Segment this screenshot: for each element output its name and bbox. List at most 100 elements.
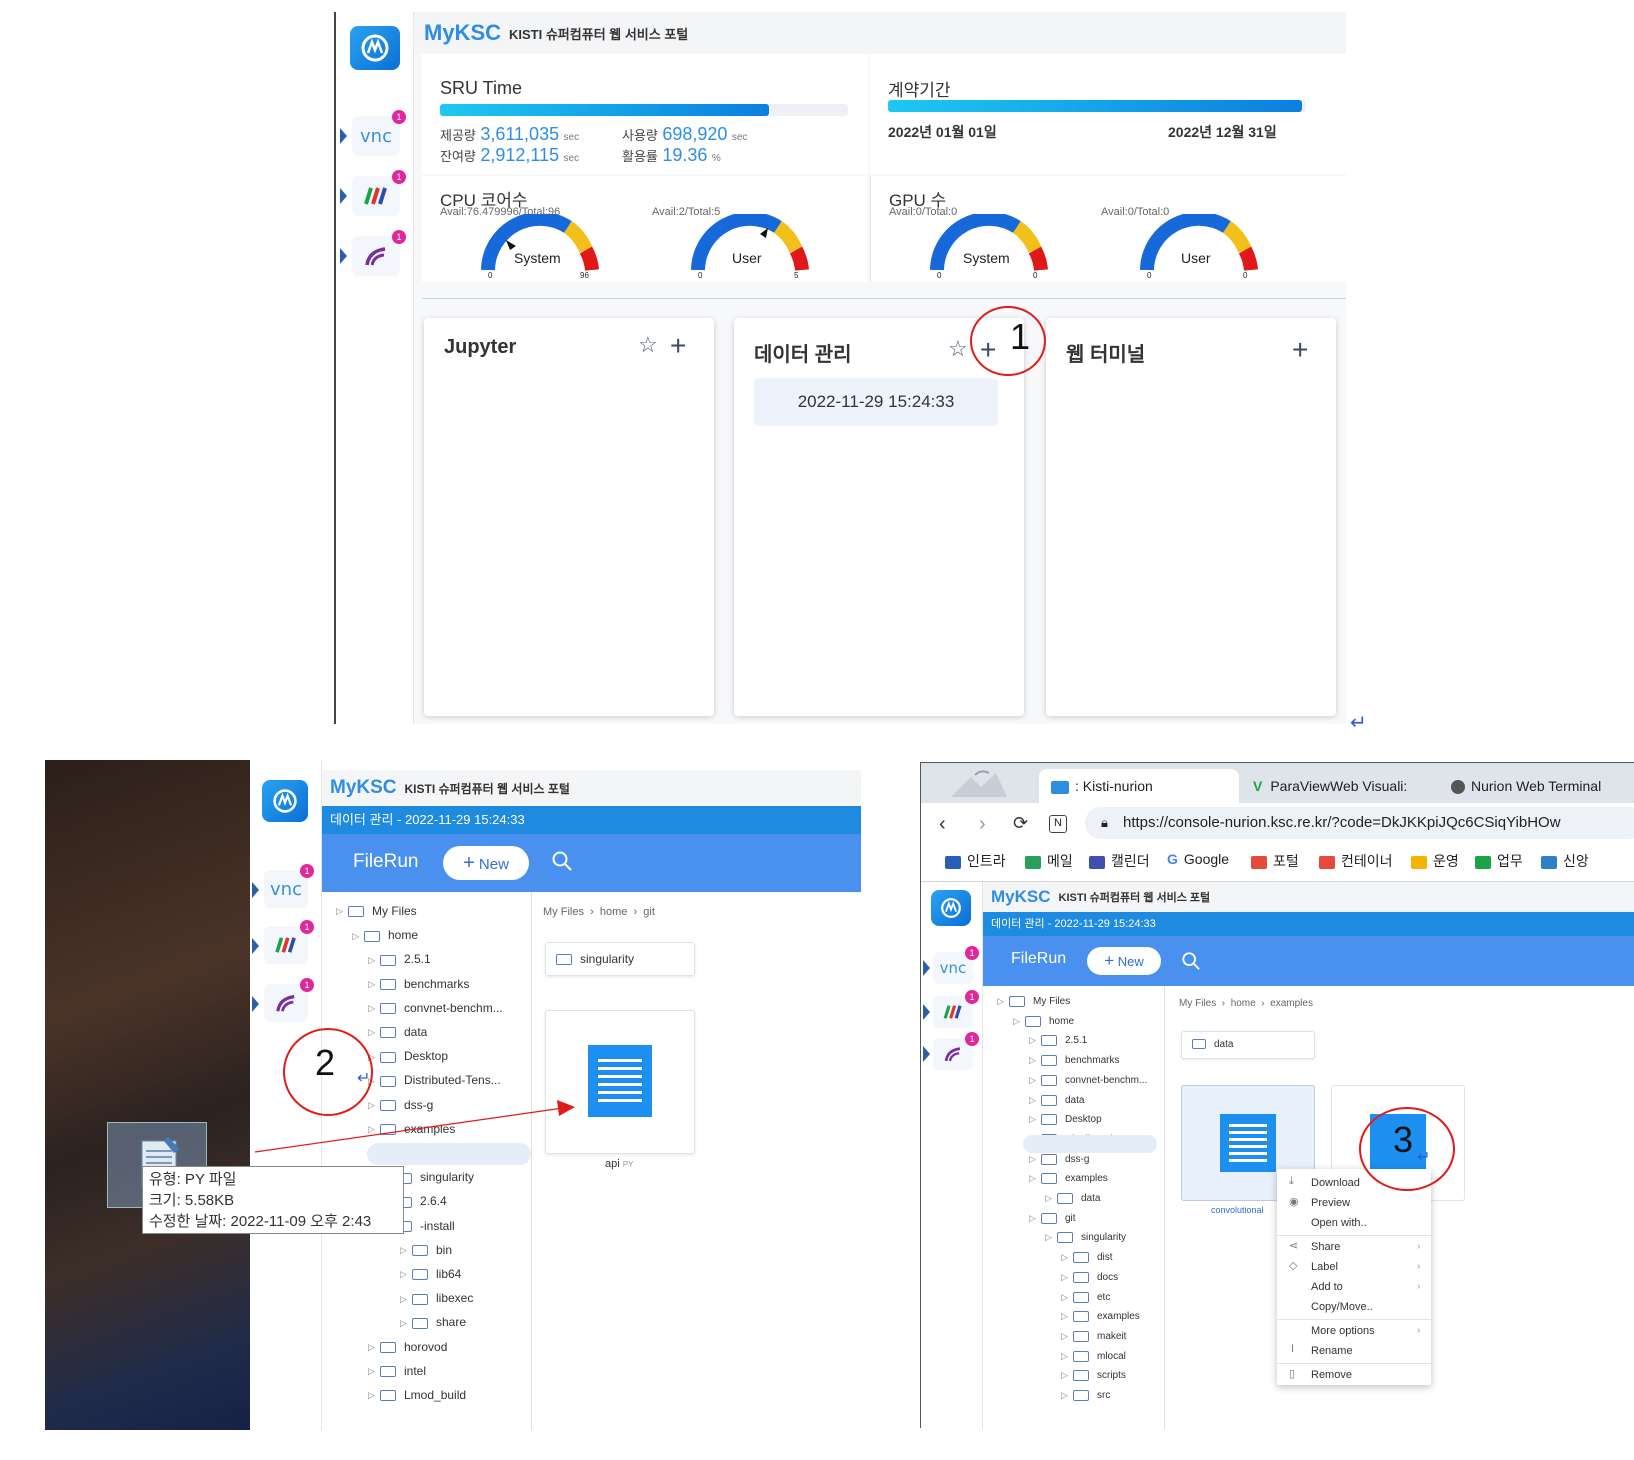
web-terminal-card[interactable]: 웹 터미널 + (1046, 318, 1336, 716)
tree-item[interactable]: ▷ benchmarks (1029, 1055, 1119, 1066)
expand-arrow-icon[interactable] (340, 128, 347, 144)
rate-unit: % (711, 153, 721, 164)
nav-forward-icon[interactable]: › (979, 813, 986, 836)
tab-web-terminal[interactable]: Nurion Web Terminal (1451, 778, 1601, 795)
bookmark-portal[interactable]: 포털 (1251, 851, 1299, 871)
tab-kisti-nurion[interactable]: : Kisti-nurion (1051, 778, 1153, 794)
bookmark-container[interactable]: 컨테이너 (1319, 851, 1393, 871)
sidebar-item-fluent[interactable]: 1 (352, 230, 406, 276)
tree-item[interactable]: ▷ convnet-benchm... (1029, 1074, 1147, 1086)
tree-item[interactable]: ▷ data (1029, 1094, 1084, 1106)
bookmark-operation[interactable]: 운영 (1411, 851, 1459, 871)
tree-item[interactable]: ▷ 2.5.1 (1029, 1035, 1087, 1047)
tree-item[interactable]: ▷ docs (1061, 1271, 1118, 1283)
add-button[interactable]: + (670, 332, 686, 360)
new-button[interactable]: + New (1087, 947, 1161, 975)
expand-toggle-icon[interactable]: ▷ (1061, 1272, 1073, 1283)
menu-open-with[interactable]: Open with.. (1311, 1217, 1367, 1229)
sidebar-item-paraview[interactable]: 1 (933, 990, 979, 1028)
expand-toggle-icon[interactable]: ▷ (1029, 1075, 1041, 1086)
tree-item[interactable]: ▷ home (1013, 1015, 1074, 1027)
brand-name[interactable]: MyKSC (424, 20, 501, 46)
menu-more-options[interactable]: More options (1311, 1325, 1375, 1337)
folder-tile[interactable]: data (1181, 1031, 1315, 1059)
expand-toggle-icon[interactable]: ▷ (1029, 1035, 1041, 1046)
expand-arrow-icon[interactable] (340, 188, 347, 204)
menu-download[interactable]: Download (1311, 1177, 1360, 1189)
tree-item[interactable]: ▷ dist (1061, 1252, 1113, 1263)
rate-label: 활용률 (622, 149, 658, 164)
breadcrumb-item[interactable]: home (1231, 998, 1256, 1009)
tree-item[interactable]: ▷ scripts (1061, 1370, 1126, 1381)
tree-item[interactable]: ▷ My Files (997, 996, 1070, 1007)
gauge-label: System (963, 250, 1010, 266)
search-icon[interactable] (1181, 951, 1201, 971)
breadcrumb-item[interactable]: My Files (1179, 998, 1216, 1009)
menu-share[interactable]: Share (1311, 1241, 1340, 1253)
bookmark-faith[interactable]: 신앙 (1541, 851, 1589, 871)
expand-toggle-icon[interactable]: ▷ (1061, 1292, 1073, 1303)
star-icon[interactable]: ☆ (948, 338, 968, 360)
session-item[interactable]: 2022-11-29 15:24:33 (754, 378, 998, 426)
expand-toggle-icon[interactable]: ▷ (1061, 1331, 1073, 1342)
bookmark-calendar[interactable]: 캘린더 (1089, 851, 1150, 871)
jupyter-card[interactable]: Jupyter ☆ + (424, 318, 714, 716)
tree-item[interactable]: ▷ git (1029, 1212, 1076, 1224)
bookmark-google[interactable]: G Google (1167, 851, 1229, 867)
expand-toggle-icon[interactable]: ▷ (1029, 1114, 1041, 1125)
address-bar[interactable]: 🔒︎ https://console-nurion.ksc.re.kr/?cod… (1085, 807, 1634, 839)
expand-toggle-icon[interactable]: ▷ (1061, 1351, 1073, 1362)
expand-toggle-icon[interactable]: ▷ (1029, 1055, 1041, 1066)
expand-toggle-icon[interactable]: ▷ (1029, 1095, 1041, 1106)
sidebar-item-fluent[interactable]: 1 (933, 1032, 979, 1070)
data-management-card[interactable]: 데이터 관리 ☆ + 2022-11-29 15:24:33 (734, 318, 1024, 716)
tree-item[interactable]: ▷ dss-g (1029, 1153, 1089, 1165)
expand-toggle-icon[interactable]: ▷ (1013, 1016, 1025, 1027)
expand-arrow-icon[interactable] (923, 1004, 930, 1020)
menu-label[interactable]: Label (1311, 1261, 1338, 1273)
menu-copy-move[interactable]: Copy/Move.. (1311, 1301, 1373, 1313)
expand-toggle-icon[interactable]: ▷ (997, 996, 1009, 1007)
add-button[interactable]: + (1292, 336, 1308, 364)
sidebar-item-vnc[interactable]: vnc 1 (933, 946, 979, 984)
expand-arrow-icon[interactable] (923, 960, 930, 976)
expand-toggle-icon[interactable]: ▷ (1029, 1154, 1041, 1165)
bookmark-intra[interactable]: 인트라 (945, 851, 1006, 871)
expand-arrow-icon[interactable] (923, 1046, 930, 1062)
bookmark-work[interactable]: 업무 (1475, 851, 1523, 871)
breadcrumb-item[interactable]: examples (1270, 998, 1313, 1009)
sidebar-item-vnc[interactable]: vnc 1 (352, 110, 406, 156)
expand-toggle-icon[interactable]: ▷ (1029, 1173, 1041, 1184)
expand-toggle-icon[interactable]: ▷ (1061, 1390, 1073, 1401)
bookmark-mail[interactable]: 메일 (1025, 851, 1073, 871)
tree-item[interactable]: ▷ etc (1061, 1291, 1110, 1303)
tree-item[interactable]: ▷ Desktop (1029, 1114, 1102, 1125)
expand-toggle-icon[interactable]: ▷ (1061, 1311, 1073, 1322)
nav-back-icon[interactable]: ‹ (939, 813, 946, 836)
tree-item[interactable]: ▷ singularity (1045, 1232, 1126, 1244)
menu-add-to[interactable]: Add to (1311, 1281, 1343, 1293)
tree-item[interactable]: ▷ data (1045, 1193, 1100, 1204)
tree-item[interactable]: ▷ makeit (1061, 1330, 1126, 1342)
expand-toggle-icon[interactable]: ▷ (1045, 1193, 1057, 1204)
expand-toggle-icon[interactable]: ▷ (1061, 1370, 1073, 1381)
brand-name[interactable]: MyKSC (991, 887, 1051, 907)
tree-item[interactable]: ▷ mlocal (1061, 1350, 1126, 1362)
tree-item[interactable]: ▷ examples (1029, 1173, 1108, 1184)
tree-item[interactable]: ▷ examples (1061, 1311, 1140, 1322)
star-icon[interactable]: ☆ (638, 334, 658, 356)
extension-icon[interactable]: N (1049, 815, 1067, 833)
tab-paraview[interactable]: V ParaViewWeb Visuali: (1253, 778, 1413, 794)
app-logo[interactable] (350, 26, 400, 70)
sidebar-item-paraview[interactable]: 1 (352, 170, 406, 216)
menu-preview[interactable]: Preview (1311, 1197, 1350, 1209)
menu-remove[interactable]: Remove (1311, 1369, 1352, 1381)
expand-toggle-icon[interactable]: ▷ (1045, 1232, 1057, 1243)
tree-item[interactable]: ▷ src (1061, 1390, 1110, 1401)
expand-toggle-icon[interactable]: ▷ (1061, 1252, 1073, 1263)
menu-rename[interactable]: Rename (1311, 1345, 1353, 1357)
expand-toggle-icon[interactable]: ▷ (1029, 1213, 1041, 1224)
app-logo[interactable] (931, 890, 971, 926)
reload-icon[interactable]: ⟳ (1013, 813, 1028, 834)
expand-arrow-icon[interactable] (340, 248, 347, 264)
